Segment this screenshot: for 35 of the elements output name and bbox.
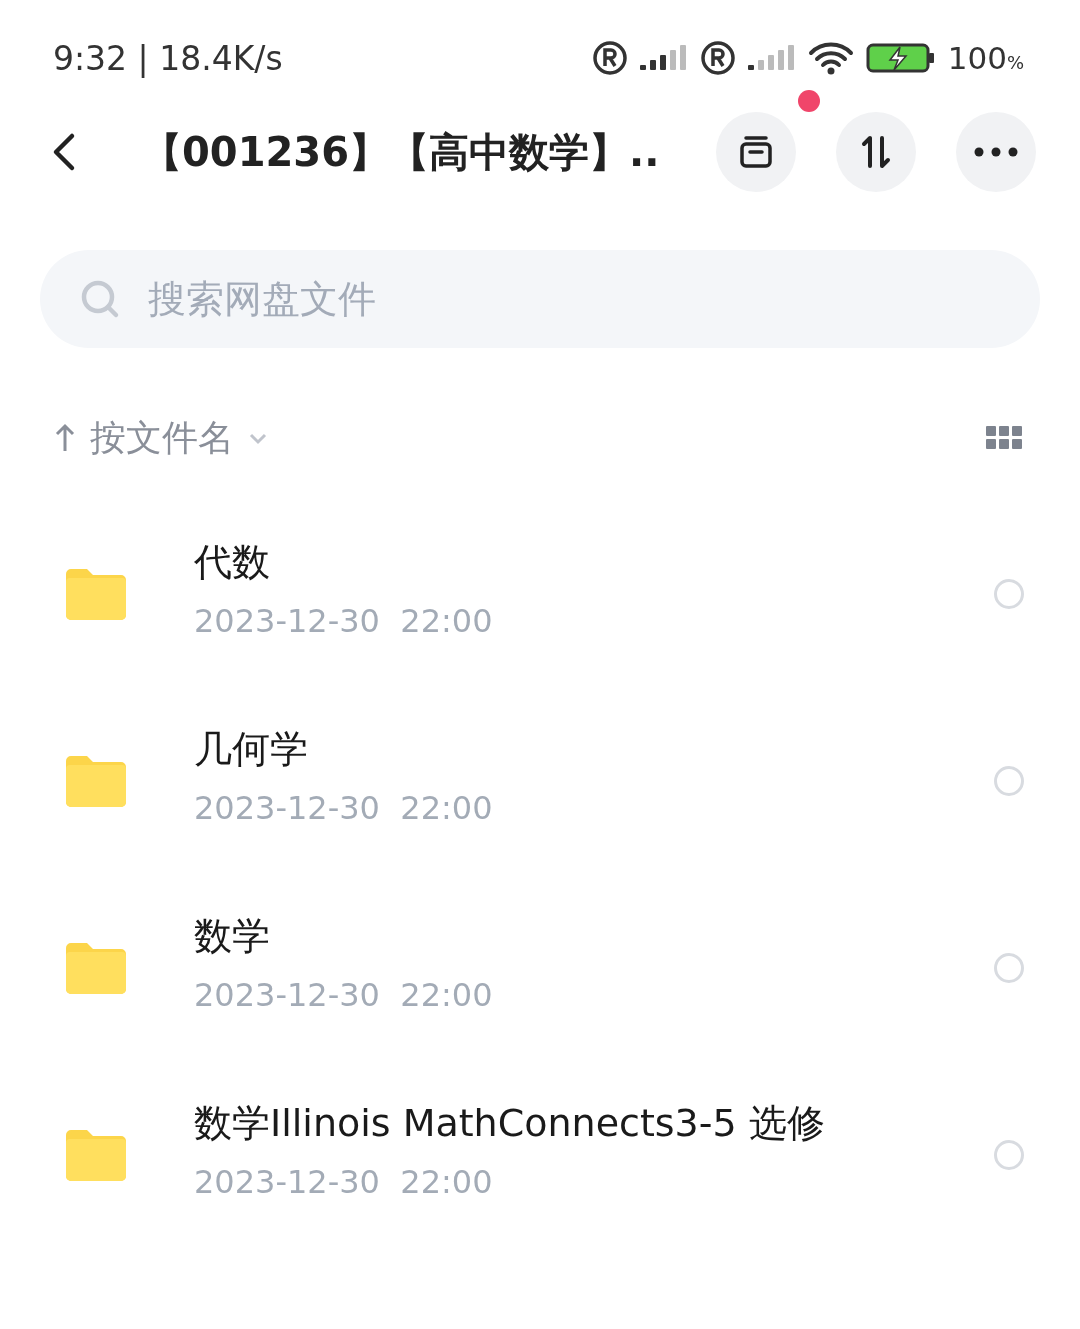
status-time: 9:32 | 18.4K/s <box>53 38 283 78</box>
file-name: 几何学 <box>194 726 309 773</box>
file-row[interactable]: 代数 2023-12-30 22:00 <box>0 500 1080 687</box>
select-radio[interactable] <box>994 578 1024 609</box>
file-date: 2023-12-30 22:00 <box>194 602 494 640</box>
roaming-icon <box>591 40 628 76</box>
select-radio[interactable] <box>994 952 1024 983</box>
file-row[interactable]: 数学 2023-12-30 22:00 <box>0 874 1080 1061</box>
roaming-icon <box>699 40 736 76</box>
file-name: 数学 <box>194 913 271 960</box>
folder-icon <box>66 567 126 620</box>
archive-icon <box>738 134 774 170</box>
file-date: 2023-12-30 22:00 <box>194 1163 494 1201</box>
select-radio[interactable] <box>994 1139 1024 1170</box>
file-date: 2023-12-30 22:00 <box>194 789 494 827</box>
battery-charging-icon <box>865 42 936 74</box>
caret-icon <box>248 431 268 445</box>
battery-percent: 100% <box>947 40 1024 76</box>
signal-icon <box>639 44 688 72</box>
file-date: 2023-12-30 22:00 <box>194 976 494 1014</box>
up-arrow-icon <box>54 423 76 453</box>
signal-icon <box>747 44 796 72</box>
folder-icon <box>66 754 126 807</box>
folder-icon <box>66 1128 126 1181</box>
select-radio[interactable] <box>994 765 1024 796</box>
file-name: 代数 <box>194 539 271 586</box>
file-row[interactable]: 数学Illinois MathConnects3-5 选修 2023-12-30 22:00 <box>0 1061 1080 1248</box>
folder-title: 【001236】【高中数学】.. <box>142 127 661 177</box>
file-row[interactable]: 几何学 2023-12-30 22:00 <box>0 687 1080 874</box>
folder-icon <box>66 941 126 994</box>
file-name: 数学Illinois MathConnects3-5 选修 <box>194 1100 826 1147</box>
grid-view-icon[interactable] <box>986 426 1022 450</box>
wifi-icon <box>807 41 854 75</box>
more-icon <box>974 147 1018 157</box>
search-field[interactable]: 搜索网盘文件 <box>40 250 1040 348</box>
